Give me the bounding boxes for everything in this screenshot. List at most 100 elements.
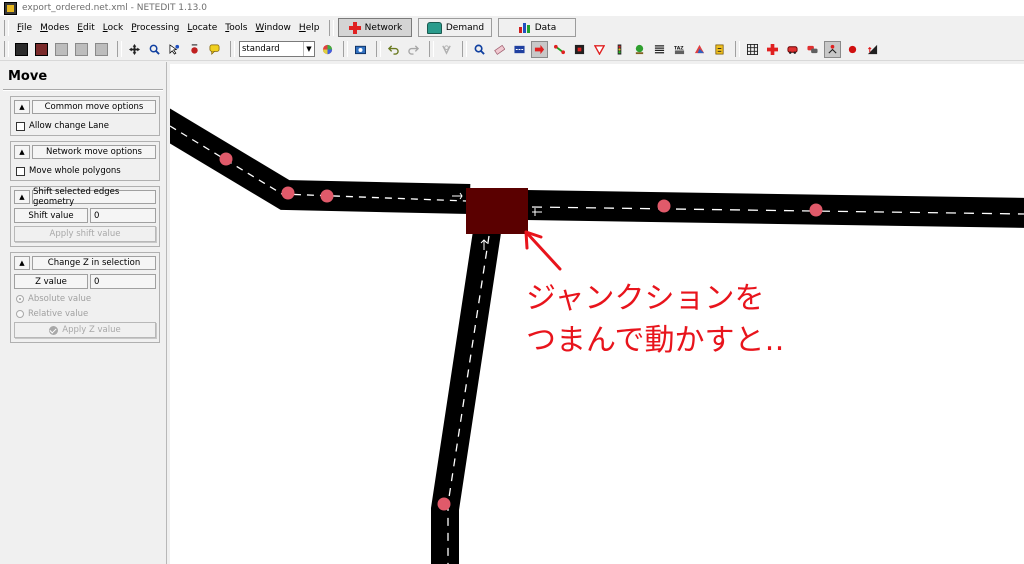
collapse-arrow-icon[interactable]: ▲: [14, 145, 30, 159]
relative-value-radio[interactable]: [16, 310, 24, 318]
edge-east[interactable]: [525, 190, 1024, 228]
prohibition-sign-icon[interactable]: [711, 41, 728, 58]
select-mode-icon[interactable]: [511, 41, 528, 58]
network-supermode-button[interactable]: Network: [338, 18, 413, 37]
save-all-icon[interactable]: [33, 41, 50, 58]
save-data-icon[interactable]: [93, 41, 110, 58]
traffic-light-icon[interactable]: [611, 41, 628, 58]
group-header: ▲ Common move options: [14, 100, 156, 114]
color-scheme-value: standard: [242, 44, 280, 54]
menu-lock[interactable]: Lock: [99, 23, 128, 33]
locate-junction-icon[interactable]: [166, 41, 183, 58]
color-wheel-icon[interactable]: [319, 41, 336, 58]
absolute-value-row[interactable]: Absolute value: [14, 294, 156, 304]
allow-change-lane-checkbox[interactable]: [16, 121, 25, 131]
recenter-view-icon[interactable]: [126, 41, 143, 58]
network-view-canvas[interactable]: ジャンクションを つまんで動かすと‥: [170, 64, 1024, 564]
elevation-toggle-icon[interactable]: [864, 41, 881, 58]
taz-mode-icon[interactable]: TAZ: [671, 41, 688, 58]
junction-shape[interactable]: [466, 188, 528, 234]
geometry-point[interactable]: [437, 497, 451, 511]
allow-change-lane-row[interactable]: Allow change Lane: [14, 121, 156, 131]
demand-supermode-label: Demand: [445, 22, 485, 33]
geometry-point[interactable]: [281, 186, 295, 200]
toolbar-grip[interactable]: [230, 41, 235, 57]
shape-mode-icon[interactable]: [691, 41, 708, 58]
toolbar-grip[interactable]: [329, 19, 335, 36]
menu-edit[interactable]: Edit: [73, 23, 98, 33]
save-additionals-icon[interactable]: [53, 41, 70, 58]
junction-shape-toggle-icon[interactable]: [764, 41, 781, 58]
merge-junctions-toggle-icon[interactable]: [824, 40, 841, 58]
collapse-arrow-icon[interactable]: ▲: [14, 190, 30, 204]
z-value-label: Z value: [14, 274, 88, 289]
toolbar-grip[interactable]: [343, 41, 348, 57]
toolbar-grip[interactable]: [429, 41, 434, 57]
shift-value-label: Shift value: [14, 208, 88, 223]
relative-value-row[interactable]: Relative value: [14, 309, 156, 319]
locate-poi-icon[interactable]: [186, 41, 203, 58]
move-mode-icon[interactable]: [531, 40, 548, 58]
additional-mode-icon[interactable]: [631, 41, 648, 58]
absolute-value-radio[interactable]: [16, 295, 24, 303]
lock-elements-icon[interactable]: [438, 41, 455, 58]
edge-south[interactable]: [431, 229, 501, 564]
data-supermode-button[interactable]: Data: [498, 18, 577, 37]
delete-mode-icon[interactable]: [491, 41, 508, 58]
geometry-point[interactable]: [320, 189, 334, 203]
bar-chart-icon: [518, 22, 531, 33]
move-whole-polygons-row[interactable]: Move whole polygons: [14, 166, 156, 176]
allow-change-lane-label: Allow change Lane: [29, 121, 109, 131]
menu-file[interactable]: File: [13, 23, 36, 33]
zoom-icon[interactable]: [146, 41, 163, 58]
spread-vehicles-toggle-icon[interactable]: [844, 41, 861, 58]
geometry-point[interactable]: [809, 203, 823, 217]
title-bar: export_ordered.net.xml - NETEDIT 1.13.0: [0, 0, 1024, 16]
connection-mode-icon[interactable]: [571, 41, 588, 58]
vehicle-toggle-icon[interactable]: [784, 41, 801, 58]
toolbar-grip[interactable]: [4, 19, 9, 36]
save-network-icon[interactable]: [13, 41, 30, 58]
tool-bar: standard ▼ TAZ: [0, 38, 1024, 61]
tooltip-icon[interactable]: [206, 41, 223, 58]
prohibition-mode-icon[interactable]: [591, 41, 608, 58]
crossing-mode-icon[interactable]: [651, 41, 668, 58]
menu-window[interactable]: Window: [251, 23, 295, 33]
save-demand-icon[interactable]: [73, 41, 90, 58]
toolbar-grip[interactable]: [4, 41, 9, 57]
inspect-mode-icon[interactable]: [471, 41, 488, 58]
move-whole-polygons-checkbox[interactable]: [16, 166, 25, 176]
geometry-point[interactable]: [657, 199, 671, 213]
menu-tools[interactable]: Tools: [221, 23, 251, 33]
demand-supermode-button[interactable]: Demand: [418, 18, 493, 37]
color-scheme-select[interactable]: standard ▼: [239, 41, 315, 57]
frame-divider: [3, 89, 163, 91]
geometry-point[interactable]: [219, 152, 233, 166]
edge-west[interactable]: [170, 108, 471, 214]
z-value-row: Z value 0: [14, 274, 156, 289]
car-icon: [426, 21, 442, 34]
group-header: ▲ Shift selected edges geometry: [14, 187, 156, 207]
menu-locate[interactable]: Locate: [183, 23, 221, 33]
undo-icon[interactable]: [385, 41, 402, 58]
create-edge-icon[interactable]: [551, 41, 568, 58]
apply-shift-value-button[interactable]: Apply shift value: [14, 226, 156, 242]
toolbar-grip[interactable]: [117, 41, 122, 57]
toolbar-grip[interactable]: [735, 41, 740, 57]
collision-toggle-icon[interactable]: [804, 41, 821, 58]
apply-z-value-button[interactable]: Apply Z value: [14, 322, 156, 338]
menu-help[interactable]: Help: [295, 23, 324, 33]
shift-value-input[interactable]: 0: [90, 208, 156, 223]
collapse-arrow-icon[interactable]: ▲: [14, 100, 30, 114]
collapse-arrow-icon[interactable]: ▲: [14, 256, 30, 270]
grid-toggle-icon[interactable]: [744, 41, 761, 58]
menu-processing[interactable]: Processing: [127, 23, 183, 33]
network-move-options-group: ▲ Network move options Move whole polygo…: [10, 141, 160, 181]
toolbar-grip[interactable]: [376, 41, 381, 57]
move-whole-polygons-label: Move whole polygons: [29, 166, 121, 176]
screenshot-icon[interactable]: [352, 41, 369, 58]
z-value-input[interactable]: 0: [90, 274, 156, 289]
menu-modes[interactable]: Modes: [36, 23, 73, 33]
redo-icon[interactable]: [405, 41, 422, 58]
toolbar-grip[interactable]: [462, 41, 467, 57]
